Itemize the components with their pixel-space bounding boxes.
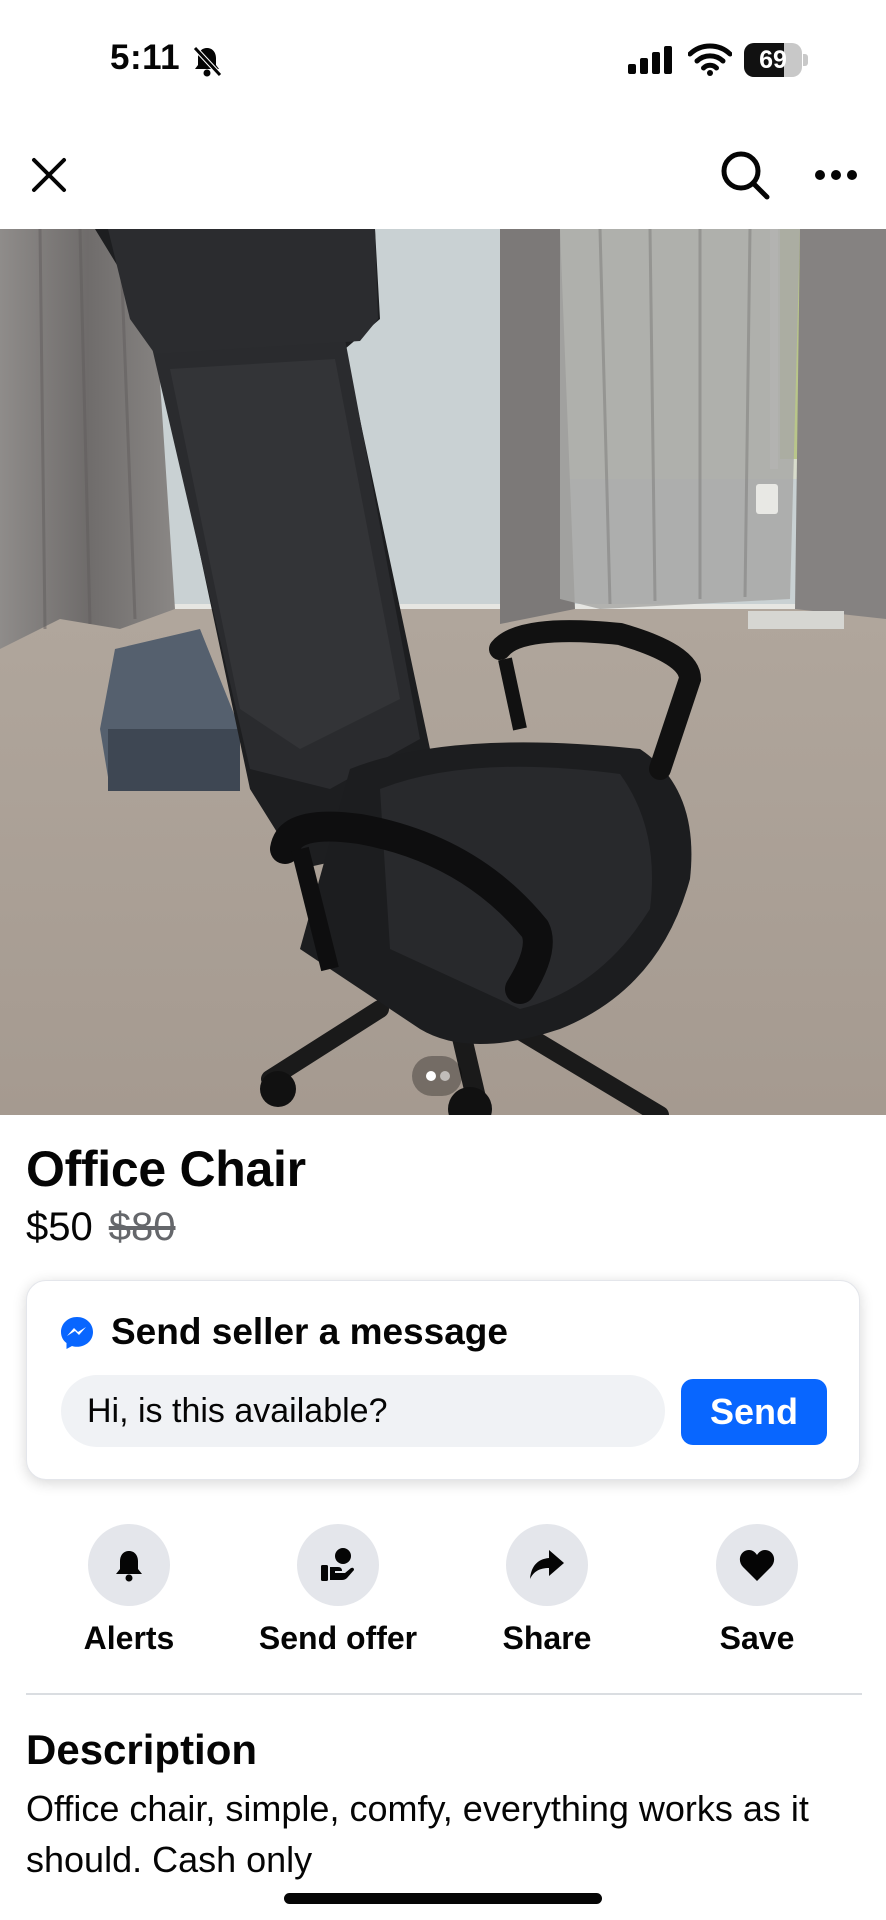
divider: [26, 1693, 862, 1695]
wifi-icon: [687, 42, 733, 76]
bell-icon: [116, 1551, 142, 1582]
close-icon: [32, 158, 66, 192]
message-input[interactable]: [61, 1375, 665, 1447]
alerts-circle: [88, 1524, 170, 1606]
original-price: $80: [108, 1205, 176, 1249]
status-bar: 5:11 69: [0, 0, 886, 120]
pager-dot-inactive: [440, 1071, 450, 1081]
send-offer-button[interactable]: Send offer: [233, 1520, 443, 1660]
status-time: 5:11: [110, 38, 181, 77]
send-message-card: Send seller a message Send: [26, 1280, 860, 1480]
photo-pager: [412, 1056, 462, 1096]
description-text: Office chair, simple, comfy, everything …: [26, 1788, 809, 1880]
description-title: Description: [26, 1726, 258, 1773]
bell-slash-icon: [190, 44, 224, 78]
share-button[interactable]: Share: [442, 1520, 652, 1660]
share-label: Share: [502, 1620, 592, 1656]
message-heading: Send seller a message: [111, 1311, 508, 1352]
share-circle: [506, 1524, 588, 1606]
alerts-label: Alerts: [83, 1620, 175, 1656]
pager-dot-active: [426, 1071, 436, 1081]
search-button[interactable]: [716, 146, 774, 204]
listing-title: Office Chair: [26, 1141, 306, 1197]
close-button[interactable]: [24, 150, 74, 200]
share-icon: [530, 1550, 564, 1579]
save-circle: [716, 1524, 798, 1606]
listing-photo[interactable]: [0, 229, 886, 1115]
more-horizontal-icon: [815, 170, 857, 180]
current-price: $50: [26, 1205, 93, 1249]
send-button[interactable]: Send: [681, 1379, 827, 1445]
battery-percent: 69: [759, 46, 787, 74]
battery-indicator: 69: [744, 43, 808, 77]
send-offer-circle: [297, 1524, 379, 1606]
send-offer-label: Send offer: [258, 1620, 418, 1656]
nav-bar: [0, 120, 886, 230]
heart-icon: [739, 1549, 775, 1581]
cellular-signal-icon: [628, 46, 674, 74]
more-options-button[interactable]: [808, 150, 864, 200]
save-label: Save: [719, 1620, 795, 1656]
action-row: Alerts Send offer Share Save: [0, 1520, 886, 1670]
price-row: $50 $80: [26, 1205, 176, 1250]
search-icon: [721, 151, 770, 200]
alerts-button[interactable]: Alerts: [24, 1520, 234, 1660]
messenger-icon: [59, 1315, 95, 1351]
home-indicator[interactable]: [284, 1893, 602, 1904]
send-offer-icon: [321, 1548, 354, 1581]
save-button[interactable]: Save: [652, 1520, 862, 1660]
